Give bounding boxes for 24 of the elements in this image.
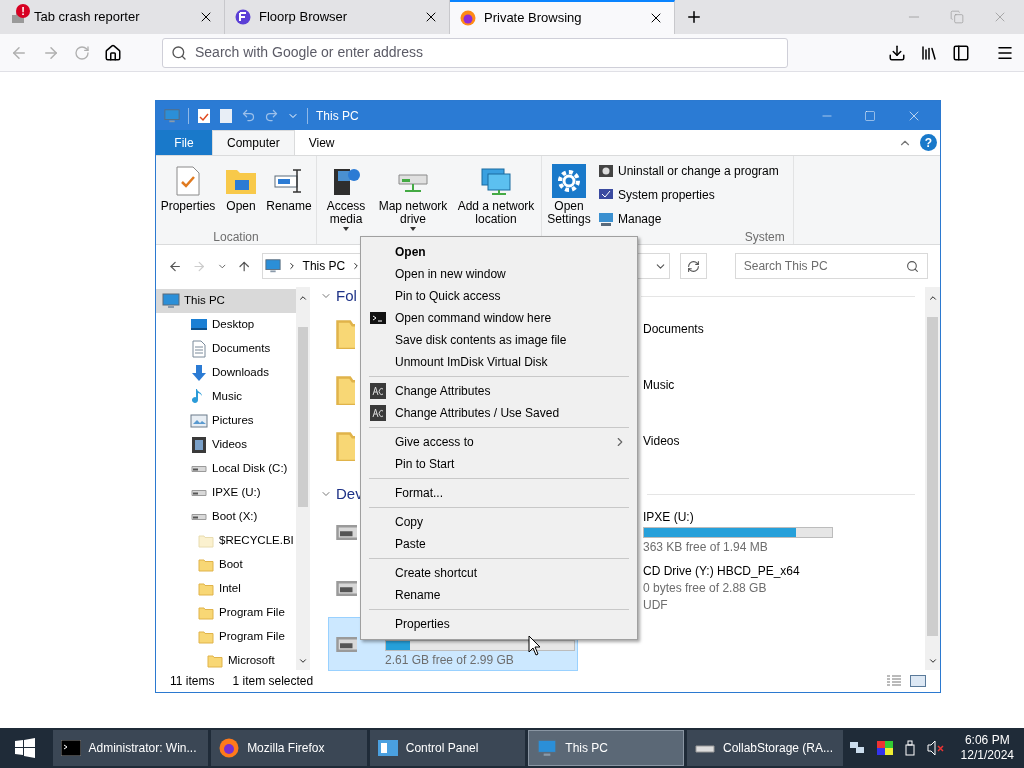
free-space-text: 0 bytes free of 2.88 GB [643, 580, 767, 596]
tab-title: Tab crash reporter [34, 8, 141, 27]
item-name: Videos [643, 434, 680, 449]
taskbar-label: CollabStorage (RA... [723, 740, 834, 757]
file-system-text: UDF [643, 597, 668, 613]
free-space-text: 2.61 GB free of 2.99 GB [385, 653, 514, 668]
item-name: Documents [643, 322, 704, 337]
tab-title: Private Browsing [484, 9, 583, 28]
free-space-text: 363 KB free of 1.94 MB [643, 539, 768, 555]
alert-badge: ! [16, 4, 30, 18]
taskbar-label: Administrator: Win... [88, 740, 197, 757]
tab-title: Floorp Browser [259, 8, 349, 27]
taskbar-label: Mozilla Firefox [247, 740, 325, 757]
group-label: System [744, 230, 785, 244]
taskbar-label: Control Panel [405, 740, 479, 757]
window-title: This PC [316, 107, 359, 125]
section-header: Fol [336, 285, 357, 306]
item-name: CD Drive (Y:) HBCD_PE_x64 [643, 563, 800, 579]
item-name: Music [643, 378, 675, 393]
taskbar-label: This PC [565, 740, 609, 757]
group-label: Location [213, 230, 259, 244]
status-text: 1 item selected [232, 673, 314, 690]
status-text: 11 items [170, 673, 215, 690]
item-name: IPXE (U:) [643, 509, 694, 525]
